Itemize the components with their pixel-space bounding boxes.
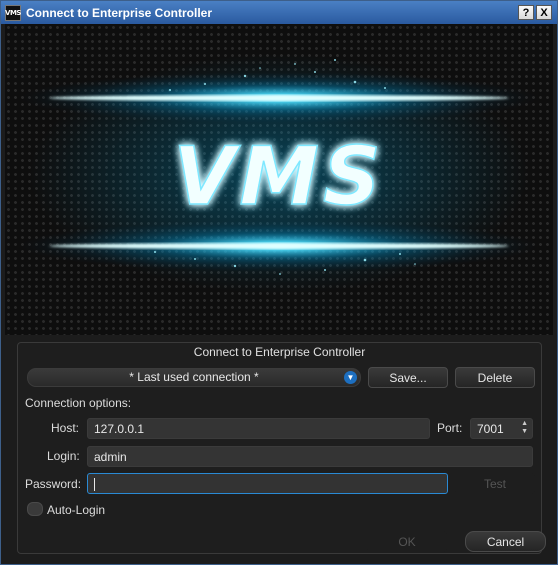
login-label: Login: — [47, 449, 80, 463]
connection-select[interactable]: * Last used connection * ▼ — [27, 368, 361, 387]
connection-select-value: * Last used connection * — [129, 370, 259, 384]
connection-options-label: Connection options: — [25, 396, 132, 410]
window-title: Connect to Enterprise Controller — [26, 5, 213, 20]
port-value: 7001 — [477, 422, 504, 436]
test-button[interactable]: Test — [455, 473, 535, 494]
close-button[interactable]: X — [536, 5, 552, 20]
logo-artwork: VMS — [19, 54, 539, 294]
chevron-down-icon: ▼ — [344, 371, 357, 384]
title-bar[interactable]: VMS Connect to Enterprise Controller ? X — [1, 1, 557, 24]
ok-button[interactable]: OK — [367, 531, 447, 552]
spinner-arrows-icon[interactable]: ▲ ▼ — [521, 420, 528, 436]
vms-logo-banner: VMS — [5, 24, 553, 335]
vms-logo-text: VMS — [173, 130, 384, 223]
connect-dialog-window: VMS Connect to Enterprise Controller ? X — [0, 0, 558, 565]
connection-panel: Connect to Enterprise Controller * Last … — [17, 342, 542, 554]
auto-login-checkbox[interactable] — [27, 502, 43, 516]
save-button[interactable]: Save... — [368, 367, 448, 388]
panel-header: Connect to Enterprise Controller — [193, 345, 366, 359]
auto-login-label: Auto-Login — [47, 503, 106, 517]
password-input[interactable] — [87, 473, 448, 494]
port-label: Port: — [437, 421, 463, 435]
password-label: Password: — [25, 477, 82, 491]
cancel-button[interactable]: Cancel — [465, 531, 546, 552]
delete-button[interactable]: Delete — [455, 367, 535, 388]
host-label: Host: — [51, 421, 80, 435]
port-spinbox[interactable]: 7001 ▲ ▼ — [470, 418, 533, 439]
text-cursor — [94, 478, 95, 492]
host-input[interactable]: 127.0.0.1 — [87, 418, 430, 439]
login-input[interactable]: admin — [87, 446, 533, 467]
help-button[interactable]: ? — [518, 5, 534, 20]
app-icon: VMS — [5, 4, 21, 21]
